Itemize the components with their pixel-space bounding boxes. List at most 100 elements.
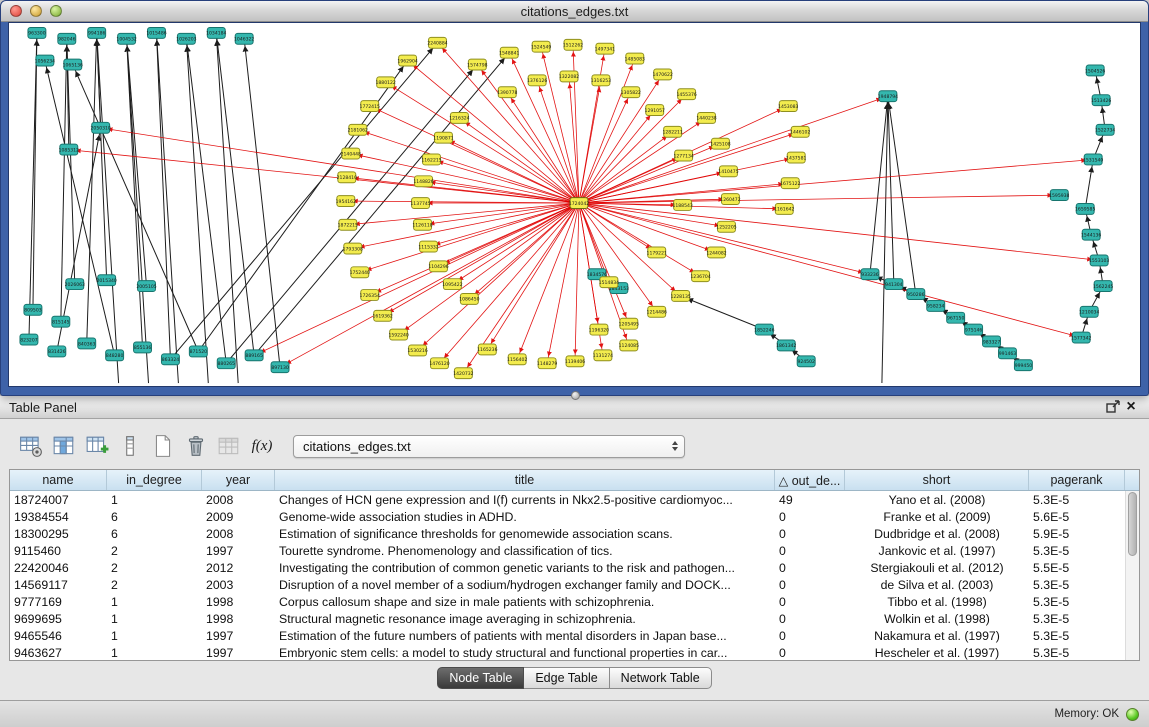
graph-node[interactable]: 1188543 [672, 200, 692, 211]
show-columns-icon[interactable] [50, 433, 78, 460]
graph-node[interactable]: 1214486 [647, 306, 667, 317]
import-table-icon[interactable] [215, 433, 243, 460]
graph-node[interactable]: 1260472 [720, 194, 740, 205]
graph-node[interactable]: 1514834 [599, 277, 619, 288]
graph-node[interactable]: 1034184 [206, 27, 226, 38]
graph-node[interactable]: 831426 [48, 346, 66, 357]
graph-node[interactable]: 1948794 [878, 91, 898, 102]
graph-node[interactable]: 1131274 [593, 350, 613, 361]
graph-node[interactable]: 848280 [106, 350, 124, 361]
table-row[interactable]: 969969511998Structural magnetic resonanc… [10, 610, 1125, 627]
graph-node[interactable]: 1085312 [59, 144, 79, 155]
table-row[interactable]: 2242004622012Investigating the contribut… [10, 559, 1125, 576]
graph-node[interactable]: 1595938 [1049, 190, 1069, 201]
table-row[interactable]: 1456911722003Disruption of a novel membe… [10, 576, 1125, 593]
graph-node[interactable]: 1156402 [507, 354, 527, 365]
window-titlebar[interactable]: citations_edges.txt [1, 1, 1148, 22]
delete-column-icon[interactable] [116, 433, 144, 460]
graph-node[interactable]: 1162215 [421, 154, 441, 165]
graph-node[interactable]: 1137745 [410, 198, 430, 209]
scrollbar-thumb[interactable] [1128, 492, 1137, 556]
column-header-in_degree[interactable]: in_degree [107, 470, 202, 490]
graph-node[interactable]: 1148826 [413, 176, 433, 187]
graph-node[interactable]: 1161642 [774, 204, 794, 215]
graph-node[interactable]: 1861342 [776, 340, 796, 351]
graph-node[interactable]: 1659585 [1075, 204, 1095, 215]
function-builder-icon[interactable]: f(x) [248, 433, 276, 460]
graph-node[interactable]: 1026203 [176, 33, 196, 44]
float-panel-icon[interactable] [1104, 398, 1122, 416]
graph-node[interactable]: 897130 [271, 362, 289, 373]
graph-node[interactable]: 1282211 [662, 126, 682, 137]
graph-node[interactable]: 2140448 [341, 148, 361, 159]
graph-node[interactable]: 1115332 [418, 241, 438, 252]
graph-node[interactable]: 1165236 [477, 344, 497, 355]
graph-node[interactable]: 1216324 [449, 113, 469, 124]
graph-node[interactable]: 1548841 [499, 47, 519, 58]
graph-node[interactable]: 1095422 [442, 279, 462, 290]
graph-node[interactable]: 1316253 [591, 75, 611, 86]
graph-node[interactable]: 1530216 [407, 345, 427, 356]
graph-node[interactable]: 950286 [907, 289, 925, 300]
column-header-short[interactable]: short [845, 470, 1029, 490]
graph-node[interactable]: 1190871 [433, 132, 453, 143]
graph-node[interactable]: 1440238 [696, 113, 716, 124]
graph-node[interactable]: 1872215 [338, 219, 358, 230]
graph-node[interactable]: 991463 [999, 348, 1017, 359]
graph-node[interactable]: 1046322 [234, 33, 254, 44]
graph-node[interactable]: 1420732 [453, 368, 473, 379]
close-window-icon[interactable] [10, 5, 22, 17]
graph-node[interactable]: 1446102 [790, 126, 810, 137]
graph-node[interactable]: 941304 [885, 279, 903, 290]
graph-node[interactable]: 1470622 [653, 69, 673, 80]
graph-node[interactable]: 1390778 [497, 87, 517, 98]
graph-node[interactable]: 1228135 [670, 291, 690, 302]
graph-node[interactable]: 1531540 [1083, 154, 1103, 165]
graph-node[interactable]: 1726354 [360, 290, 380, 301]
column-header-title[interactable]: title [275, 470, 775, 490]
zoom-window-icon[interactable] [50, 5, 62, 17]
table-row[interactable]: 977716911998Corpus callosum shape and si… [10, 593, 1125, 610]
new-file-icon[interactable] [149, 433, 177, 460]
table-row[interactable]: 1872400712008Changes of HCN gene express… [10, 491, 1125, 508]
graph-node[interactable]: 1962904 [397, 55, 417, 66]
graph-node[interactable]: 1504526 [1085, 65, 1105, 76]
graph-node[interactable]: 1210034 [1079, 306, 1099, 317]
graph-node[interactable]: 1880122 [375, 77, 395, 88]
split-pane-grip[interactable] [571, 391, 580, 400]
graph-node[interactable]: 924502 [797, 356, 815, 367]
graph-node[interactable]: 880265 [217, 358, 235, 369]
graph-node[interactable]: 1852246 [754, 324, 774, 335]
graph-node[interactable]: 823207 [20, 334, 38, 345]
graph-node[interactable]: 1562245 [1093, 281, 1113, 292]
graph-node[interactable]: 983327 [983, 336, 1001, 347]
graph-node[interactable]: 1126118 [412, 219, 432, 230]
graph-node[interactable]: 1139406 [565, 356, 585, 367]
graph-node[interactable]: 1724042 [569, 198, 589, 209]
tab-node-table[interactable]: Node Table [437, 667, 524, 689]
graph-node[interactable]: 889165 [245, 350, 263, 361]
graph-node[interactable]: 1205495 [619, 318, 639, 329]
delete-table-icon[interactable] [182, 433, 210, 460]
graph-node[interactable]: 1513426 [1091, 95, 1111, 106]
close-panel-icon[interactable]: × [1122, 398, 1140, 416]
graph-node[interactable]: 994186 [88, 27, 106, 38]
column-header-year[interactable]: year [202, 470, 275, 490]
table-row[interactable]: 1938455462009Genome-wide association stu… [10, 508, 1125, 525]
table-row[interactable]: 1830029562008Estimation of significance … [10, 525, 1125, 542]
graph-node[interactable]: 1104296 [428, 261, 448, 272]
graph-node[interactable]: 1196320 [589, 324, 609, 335]
column-header-pagerank[interactable]: pagerank [1029, 470, 1125, 490]
vertical-scrollbar[interactable] [1125, 491, 1139, 660]
graph-node[interactable]: 1793308 [343, 243, 363, 254]
graph-node[interactable]: 999450 [1014, 360, 1032, 371]
graph-node[interactable]: 1553103 [1089, 255, 1109, 266]
table-selector-dropdown[interactable]: citations_edges.txt [293, 435, 685, 458]
graph-node[interactable]: 1179221 [647, 247, 667, 258]
minimize-window-icon[interactable] [30, 5, 42, 17]
graph-node[interactable]: 1512262 [563, 39, 583, 50]
graph-node[interactable]: 1497341 [595, 43, 615, 54]
graph-node[interactable]: 1086450 [459, 294, 479, 305]
graph-node[interactable]: 1524549 [531, 41, 551, 52]
graph-node[interactable]: 1675122 [780, 178, 800, 189]
